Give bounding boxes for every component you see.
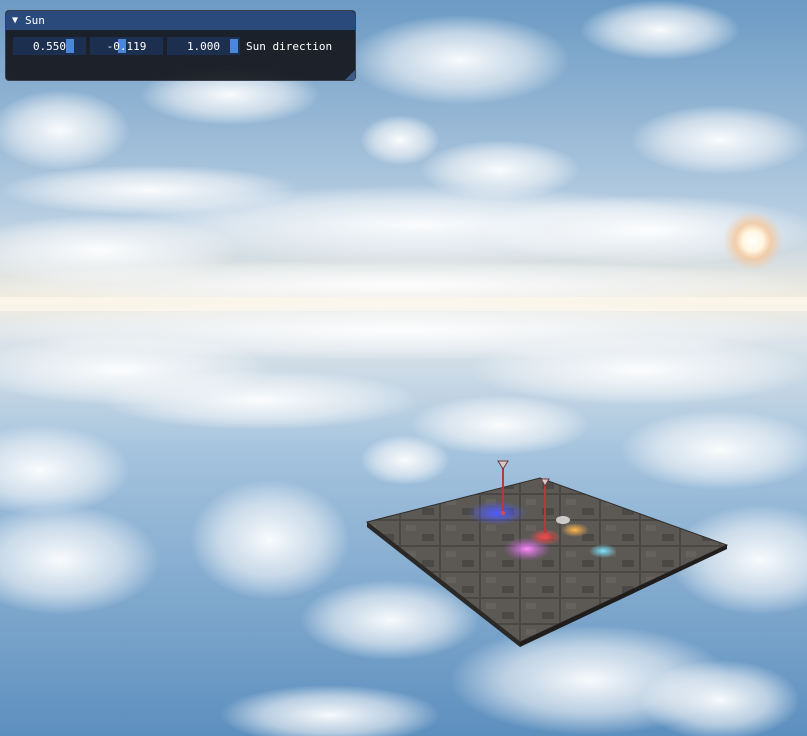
triangle-down-icon[interactable]: ▼	[12, 15, 18, 26]
window-titlebar[interactable]: ▼ Sun	[6, 11, 355, 30]
sun-direction-row: 0.550 -0.119 1.000 Sun direction	[6, 37, 355, 55]
light-glow-blue	[467, 501, 527, 525]
light-glow-cyan	[589, 544, 617, 558]
sun-direction-y-slider[interactable]: -0.119	[90, 37, 163, 55]
sun-direction-z-slider[interactable]: 1.000	[167, 37, 240, 55]
sun-direction-z-value: 1.000	[186, 39, 221, 53]
sun-direction-label: Sun direction	[246, 39, 333, 53]
3d-viewport[interactable]	[0, 0, 807, 736]
resize-grip[interactable]	[345, 70, 355, 80]
window-title: Sun	[25, 14, 45, 27]
sun-window[interactable]: ▼ Sun 0.550 -0.119 1.000 Sun direction	[5, 10, 356, 81]
slider-grab[interactable]	[230, 39, 238, 53]
sun-direction-x-slider[interactable]: 0.550	[13, 37, 86, 55]
light-glow-orange	[561, 523, 589, 537]
slider-grab[interactable]	[66, 39, 74, 53]
sun	[723, 211, 783, 271]
sun-direction-x-value: 0.550	[32, 39, 67, 53]
sun-direction-y-value: -0.119	[106, 39, 147, 53]
